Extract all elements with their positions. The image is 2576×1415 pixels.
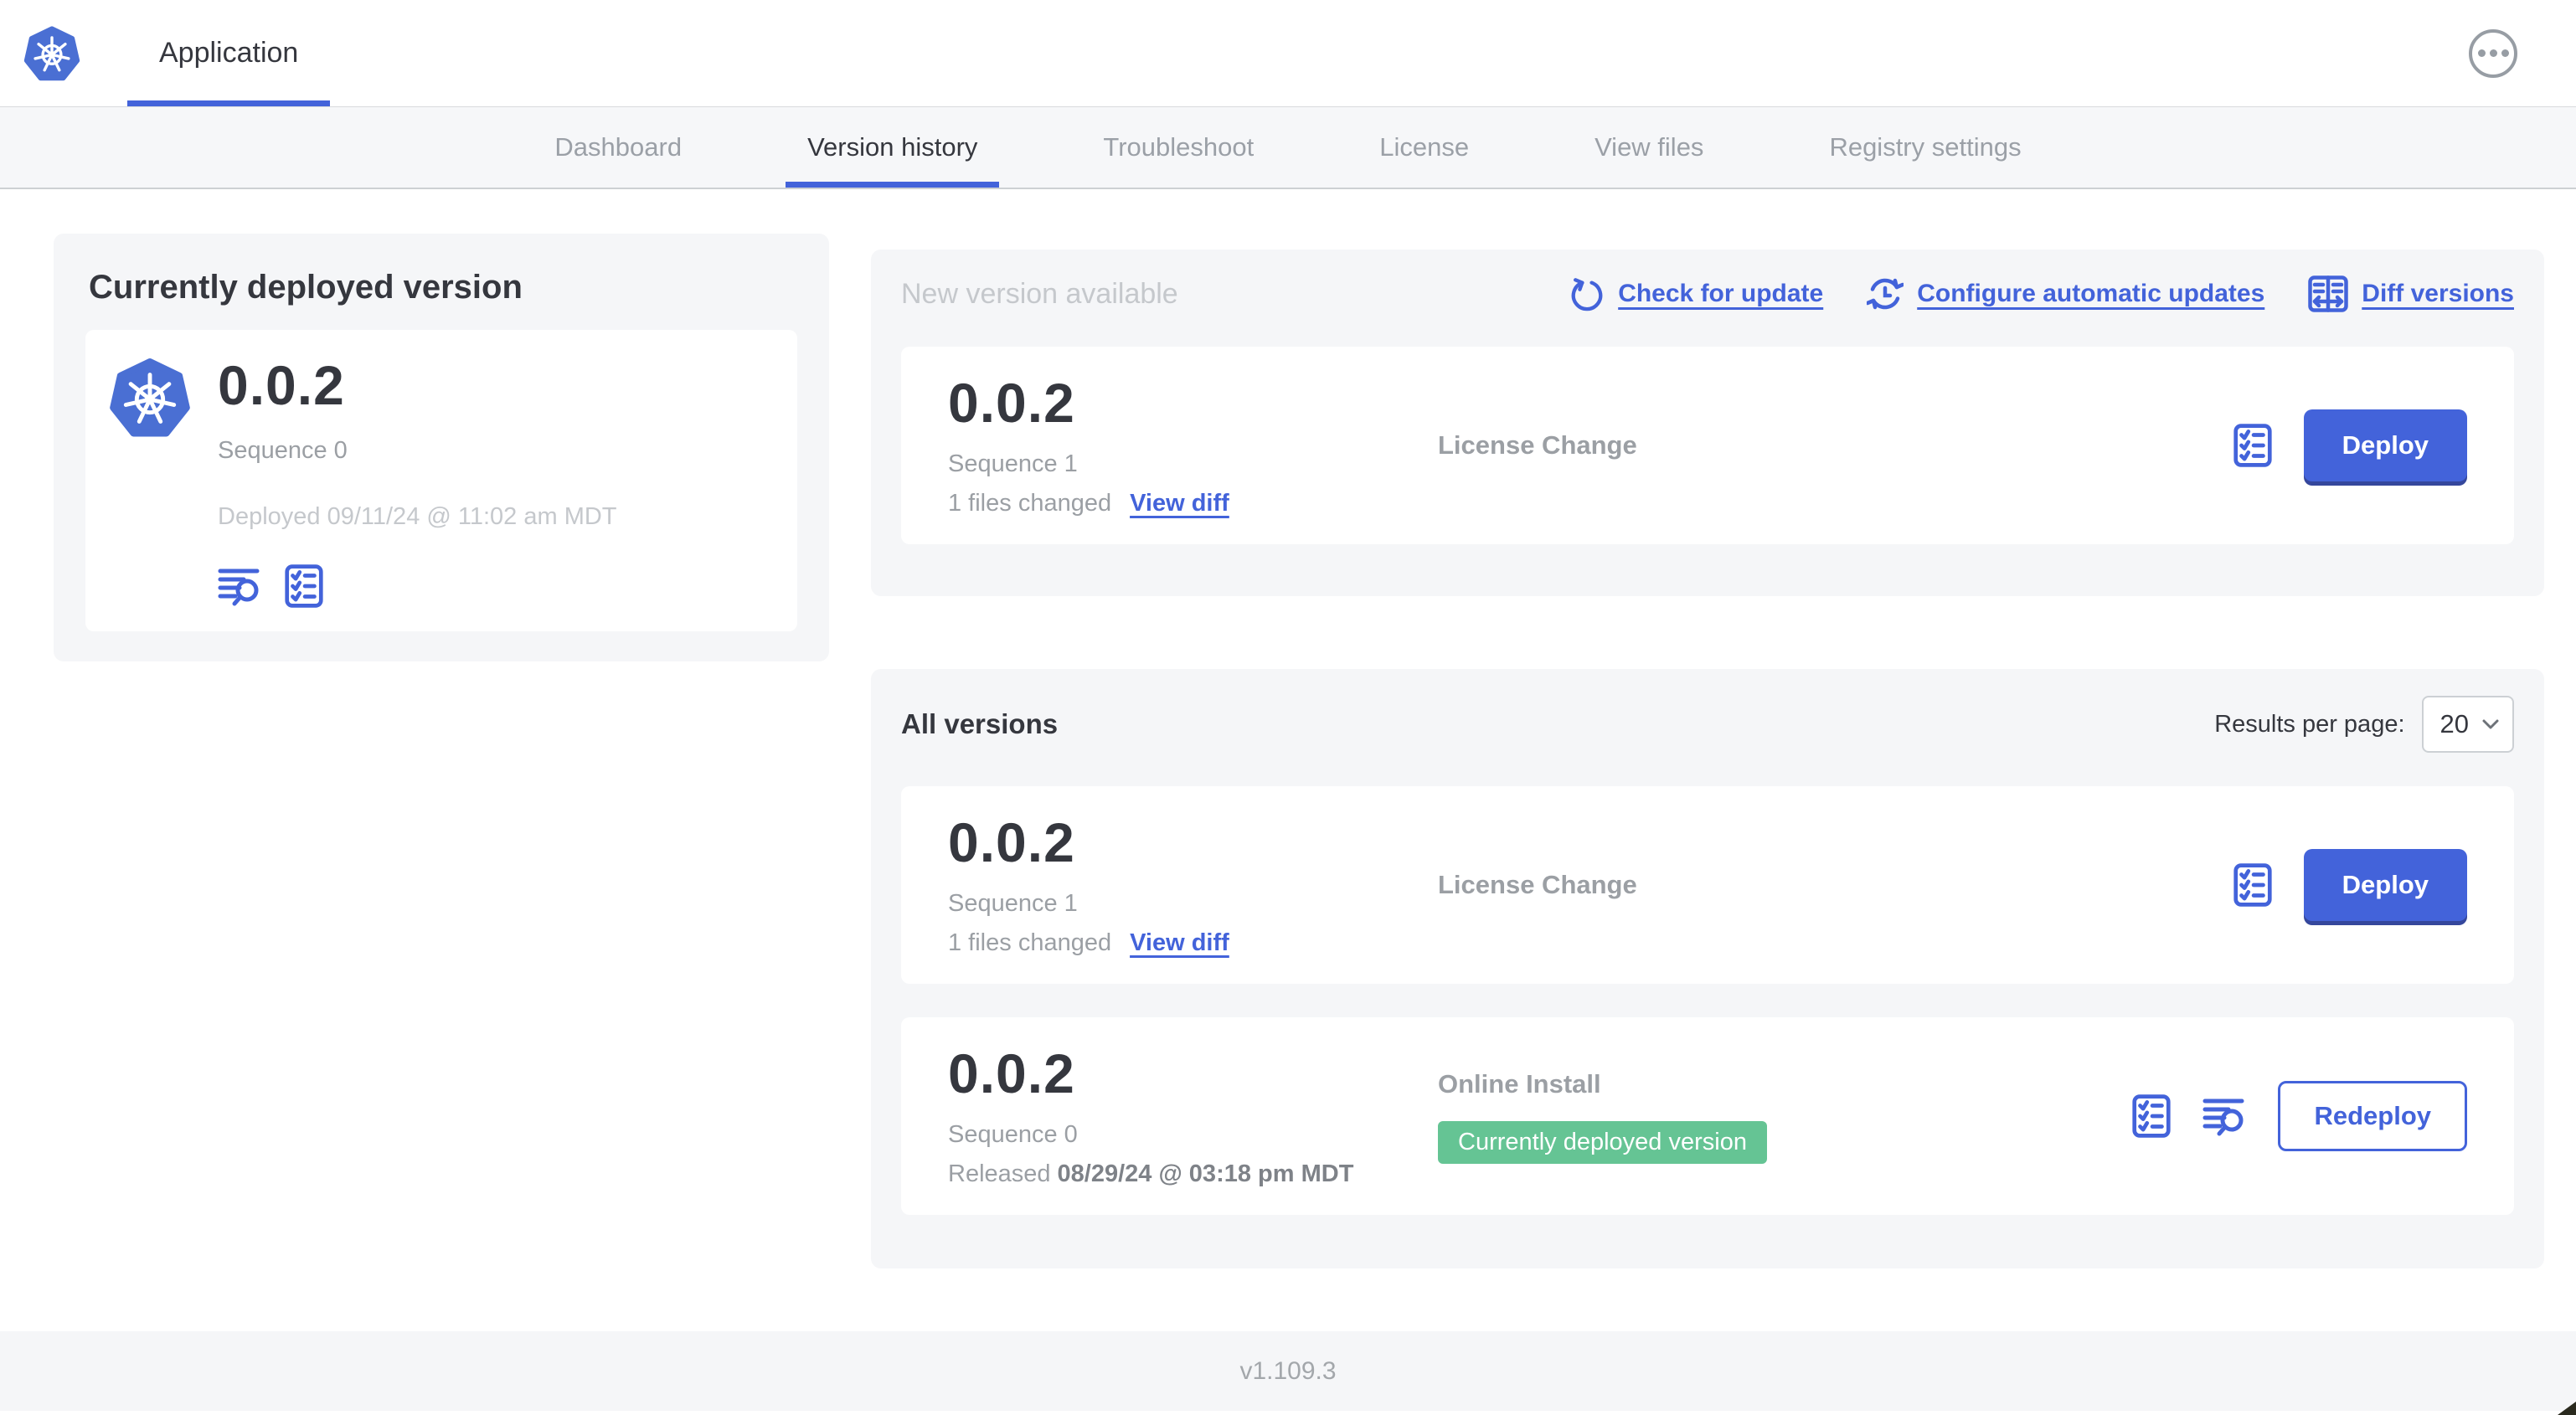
version-sequence: Sequence 1 xyxy=(948,890,1078,917)
version-history-column: New version available Check for update C… xyxy=(871,250,2544,1268)
view-logs-button[interactable] xyxy=(2202,1095,2246,1137)
auto-update-schedule-icon xyxy=(1867,278,1904,310)
logs-icon xyxy=(218,569,260,606)
released-label: Released xyxy=(948,1160,1051,1187)
all-versions-heading: All versions xyxy=(901,708,1059,739)
preflight-checklist-icon xyxy=(2233,863,2272,907)
version-number: 0.0.2 xyxy=(948,372,1075,434)
version-source-label: License Change xyxy=(1438,430,1637,460)
configure-automatic-updates-link[interactable]: Configure automatic updates xyxy=(1867,275,2264,313)
results-per-page-label: Results per page: xyxy=(2214,710,2405,738)
preflight-checklist-icon xyxy=(2132,1094,2172,1138)
version-source-label: Online Install xyxy=(1438,1068,1601,1099)
section-nav: Dashboard Version history Troubleshoot L… xyxy=(0,106,2576,189)
currently-deployed-panel: Currently deployed version 0.0.2 Sequenc… xyxy=(54,234,829,661)
app-footer: v1.109.3 xyxy=(0,1331,2576,1411)
app-logo xyxy=(23,0,80,106)
files-changed-label: 1 files changed xyxy=(948,490,1112,517)
preflight-checks-button[interactable] xyxy=(2233,863,2272,907)
new-version-row: 0.0.2 Sequence 1 1 files changed View di… xyxy=(901,347,2514,544)
chevron-down-icon xyxy=(2482,719,2499,729)
preflight-checks-button[interactable] xyxy=(285,564,323,608)
currently-deployed-badge: Currently deployed version xyxy=(1438,1120,1767,1164)
preflight-checks-button[interactable] xyxy=(2233,424,2272,467)
version-row: 0.0.2 Sequence 1 1 files changed View di… xyxy=(901,786,2514,984)
results-per-page-select[interactable]: 20 xyxy=(2421,696,2514,753)
released-timestamp: 08/29/24 @ 03:18 pm MDT xyxy=(1057,1160,1354,1187)
diff-versions-link[interactable]: Diff versions xyxy=(2308,275,2514,313)
tab-dashboard[interactable]: Dashboard xyxy=(533,107,703,188)
kubernetes-app-icon xyxy=(110,358,190,437)
deployed-version-card: 0.0.2 Sequence 0 Deployed 09/11/24 @ 11:… xyxy=(85,330,797,631)
preflight-checklist-icon xyxy=(2233,424,2272,467)
preflight-checks-button[interactable] xyxy=(2132,1094,2172,1138)
app-header: Application xyxy=(0,0,2576,106)
redeploy-button[interactable]: Redeploy xyxy=(2278,1081,2467,1151)
preflight-checklist-icon xyxy=(285,564,323,608)
version-number: 0.0.2 xyxy=(948,1042,1075,1104)
deployed-timestamp: Deployed 09/11/24 @ 11:02 am MDT xyxy=(218,503,617,530)
currently-deployed-heading: Currently deployed version xyxy=(89,269,523,306)
deployed-version-details: 0.0.2 Sequence 0 Deployed 09/11/24 @ 11:… xyxy=(218,355,617,608)
kubernetes-logo-icon xyxy=(23,25,80,80)
console-version-label: v1.109.3 xyxy=(1239,1356,1337,1385)
view-diff-link[interactable]: View diff xyxy=(1130,490,1229,517)
version-number: 0.0.2 xyxy=(948,811,1075,873)
all-versions-section: All versions Results per page: 20 0.0.2 … xyxy=(871,669,2544,1268)
new-version-heading: New version available xyxy=(901,277,1178,310)
app-title-tab[interactable]: Application xyxy=(127,0,331,106)
tab-registry-settings[interactable]: Registry settings xyxy=(1807,107,2043,188)
tab-view-files[interactable]: View files xyxy=(1573,107,1725,188)
ellipsis-icon xyxy=(2477,49,2486,57)
view-diff-link[interactable]: View diff xyxy=(1130,929,1229,957)
deployed-version-number: 0.0.2 xyxy=(218,354,345,416)
tab-troubleshoot[interactable]: Troubleshoot xyxy=(1081,107,1275,188)
deployed-sequence: Sequence 0 xyxy=(218,437,348,464)
version-sequence: Sequence 0 xyxy=(948,1121,1078,1148)
refresh-icon xyxy=(1571,278,1603,311)
main-content: Currently deployed version 0.0.2 Sequenc… xyxy=(0,189,2576,1268)
check-for-update-link[interactable]: Check for update xyxy=(1569,275,1823,312)
files-changed-label: 1 files changed xyxy=(948,929,1112,956)
version-sequence: Sequence 1 xyxy=(948,450,1078,477)
diff-icon xyxy=(2308,275,2349,312)
view-logs-button[interactable] xyxy=(218,565,261,607)
deploy-button[interactable]: Deploy xyxy=(2303,409,2467,481)
version-source-label: License Change xyxy=(1438,870,1637,899)
more-menu-button[interactable] xyxy=(2469,28,2517,78)
new-version-section: New version available Check for update C… xyxy=(871,250,2544,596)
deploy-button[interactable]: Deploy xyxy=(2303,849,2467,921)
tab-version-history[interactable]: Version history xyxy=(786,107,1000,188)
tab-license[interactable]: License xyxy=(1358,107,1491,188)
logs-icon xyxy=(2202,1099,2244,1136)
version-row: 0.0.2 Sequence 0 Released 08/29/24 @ 03:1… xyxy=(901,1017,2514,1215)
